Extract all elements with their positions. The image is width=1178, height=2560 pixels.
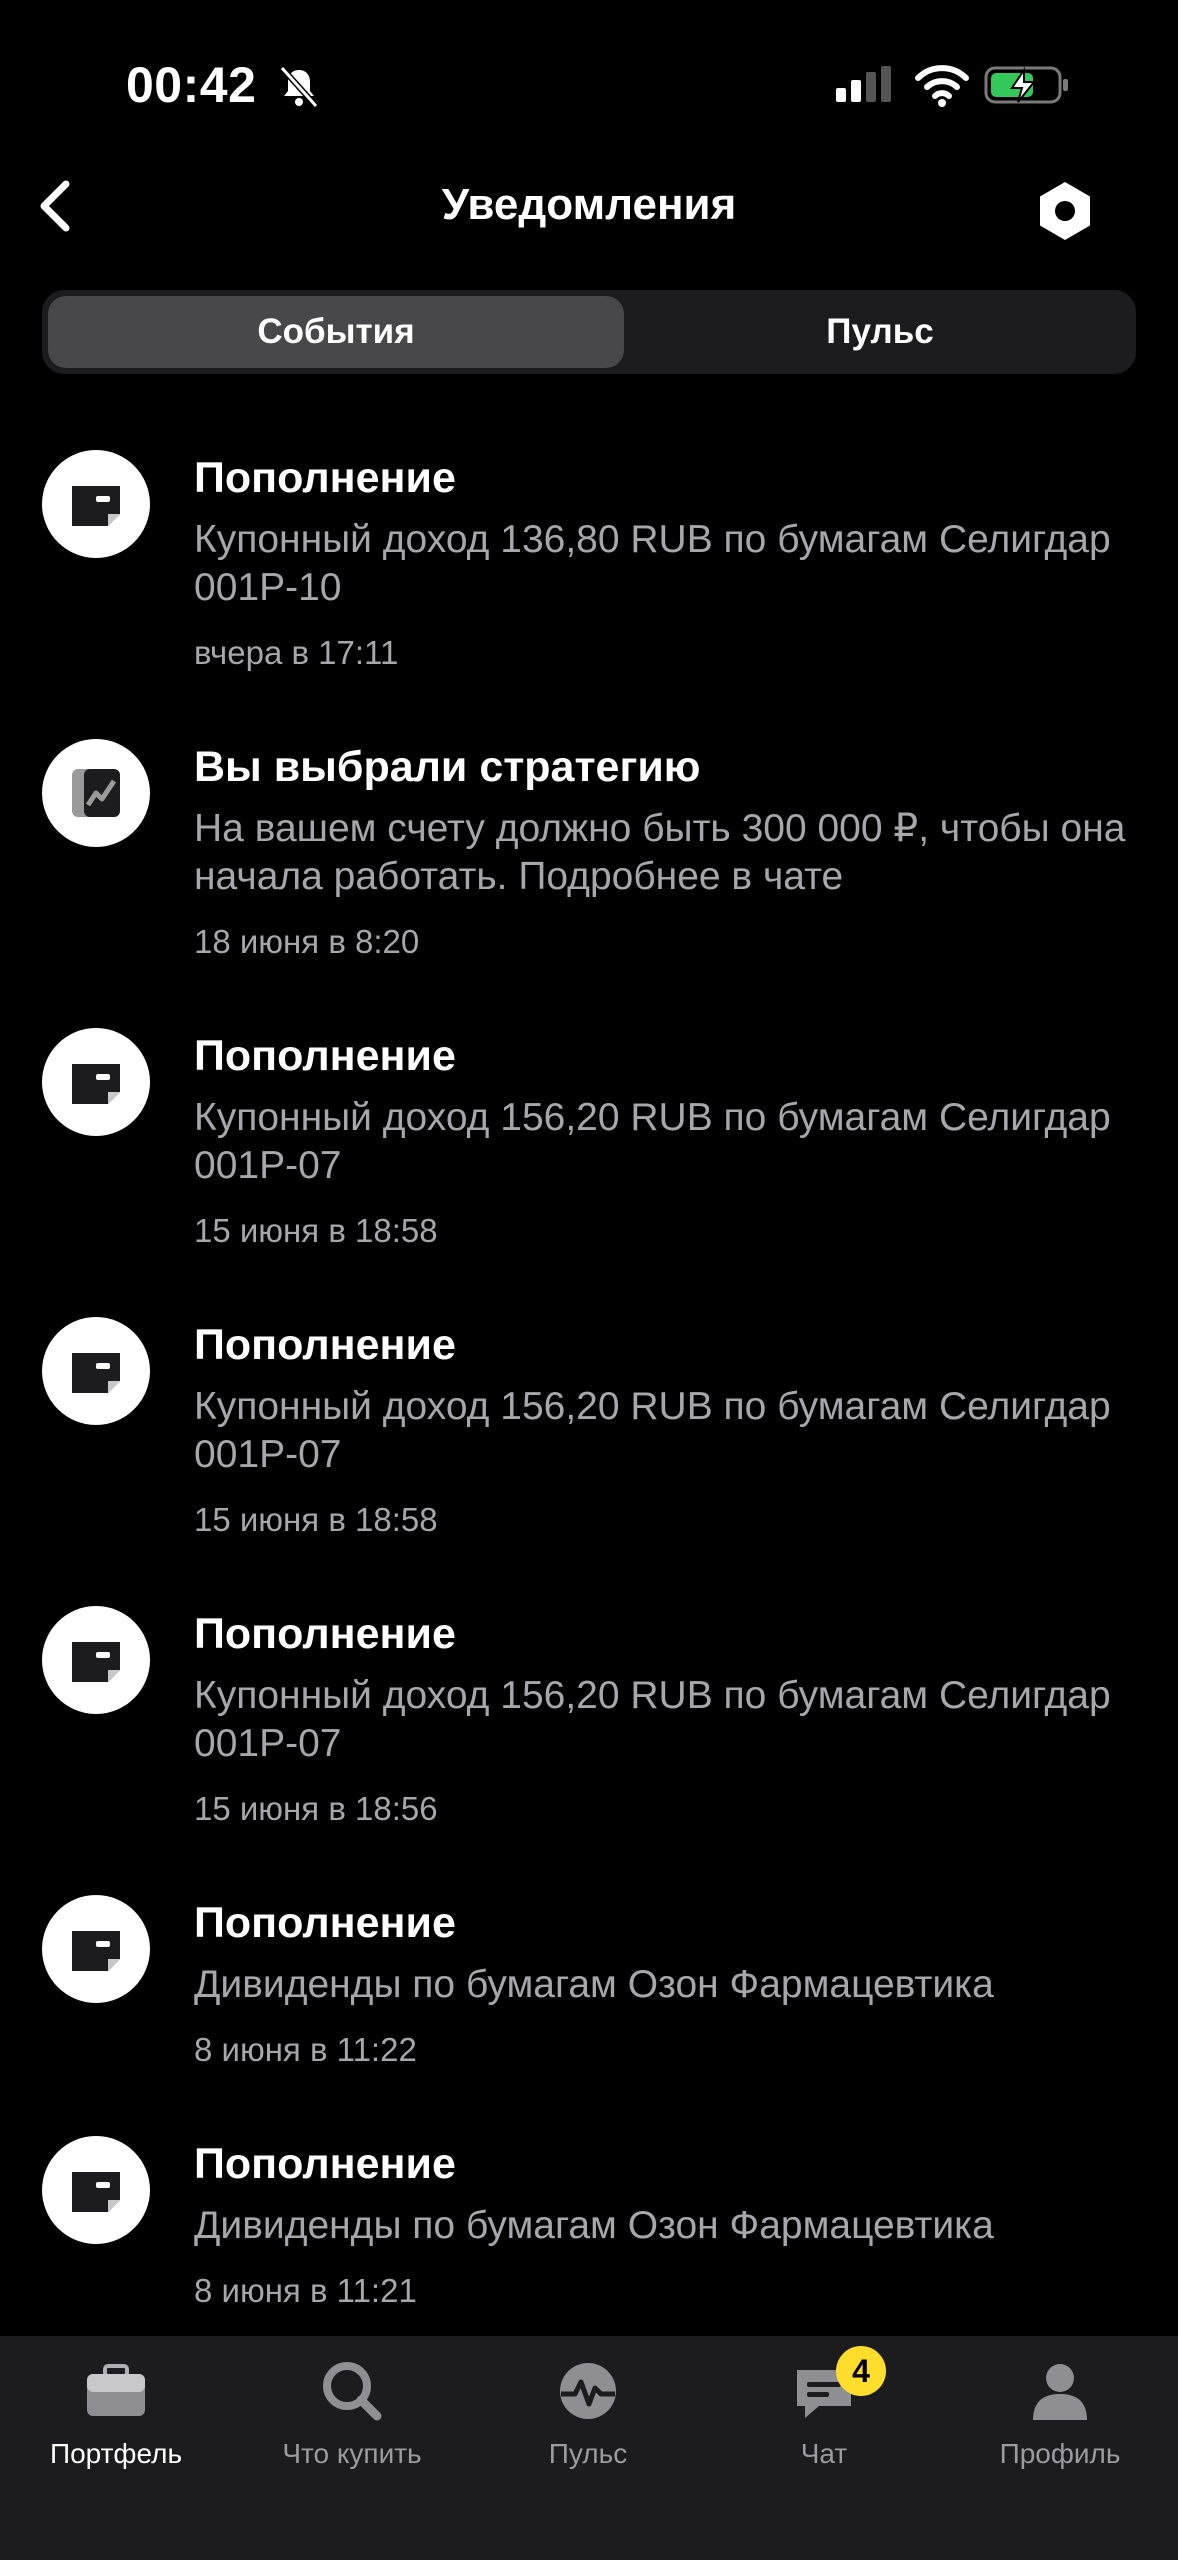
tab-what-to-buy[interactable]: Что купить	[242, 2356, 462, 2470]
notification-time: 8 июня в 11:22	[194, 2031, 417, 2068]
notification-body: Купонный доход 156,20 RUB по бумагам Сел…	[194, 1385, 1111, 1476]
tab-portfolio[interactable]: Портфель	[6, 2356, 226, 2470]
notification-body: На вашем счету должно быть 300 000 ₽, чт…	[194, 807, 1126, 898]
notification-title: Пополнение	[194, 2140, 456, 2188]
notification-body: Купонный доход 136,80 RUB по бумагам Сел…	[194, 518, 1111, 609]
notification-avatar	[42, 450, 150, 558]
segmented-control: События Пульс	[42, 290, 1136, 374]
notification-body: Купонный доход 156,20 RUB по бумагам Сел…	[194, 1096, 1111, 1187]
tab-profile[interactable]: Профиль	[950, 2356, 1170, 2470]
wallet-icon	[72, 1931, 120, 1971]
battery-charging-icon	[984, 66, 1068, 104]
tab-pulse[interactable]: Пульс	[630, 296, 1130, 368]
notification-avatar	[42, 1895, 150, 2003]
notification-avatar	[42, 1606, 150, 1714]
strategy-icon	[72, 769, 120, 817]
profile-icon	[1033, 2364, 1087, 2420]
pulse-icon	[560, 2363, 616, 2419]
notification-body: Дивиденды по бумагам Озон Фармацевтика	[194, 1963, 994, 2006]
notification-title: Пополнение	[194, 1899, 456, 1947]
wifi-icon	[915, 65, 969, 107]
notification-title: Вы выбрали стратегию	[194, 743, 701, 791]
tab-pulse-nav[interactable]: Пульс	[478, 2356, 698, 2470]
notification-avatar	[42, 2136, 150, 2244]
notification-body: Купонный доход 156,20 RUB по бумагам Сел…	[194, 1674, 1111, 1765]
wallet-icon	[72, 486, 120, 526]
notification-title: Пополнение	[194, 1610, 456, 1658]
status-bar: 00:42	[0, 0, 1178, 150]
notification-avatar	[42, 1317, 150, 1425]
wallet-icon	[72, 2172, 120, 2212]
page-title: Уведомления	[441, 180, 737, 229]
tab-label: Чат	[800, 2438, 848, 2469]
briefcase-icon	[87, 2364, 145, 2416]
notification-title: Пополнение	[194, 1321, 456, 1369]
tab-label: Профиль	[999, 2438, 1121, 2469]
notification-time: 15 июня в 18:58	[194, 1501, 438, 1538]
notification-time: 18 июня в 8:20	[194, 923, 420, 960]
wallet-icon	[72, 1064, 120, 1104]
notification-time: 8 июня в 11:21	[194, 2272, 417, 2309]
tab-chat[interactable]: 4 Чат	[714, 2346, 934, 2470]
wallet-icon	[72, 1642, 120, 1682]
settings-hexagon-icon[interactable]	[1032, 178, 1098, 244]
notification-body: Дивиденды по бумагам Озон Фармацевтика	[194, 2204, 994, 2247]
bell-muted-icon	[279, 65, 319, 109]
notification-time: 15 июня в 18:58	[194, 1212, 438, 1249]
notification-title: Пополнение	[194, 454, 456, 502]
status-time: 00:42	[126, 57, 257, 113]
tab-label: Что купить	[282, 2438, 422, 2469]
notification-avatar	[42, 1028, 150, 1136]
search-icon	[323, 2362, 382, 2421]
chat-unread-badge: 4	[836, 2346, 886, 2396]
bottom-tab-bar: Портфель Что купить Пульс 4 Чат Профиль	[0, 2336, 1178, 2560]
notification-time: 15 июня в 18:56	[194, 1790, 438, 1827]
cellular-signal-icon	[836, 66, 891, 102]
tab-label: Пульс	[548, 2438, 628, 2469]
notification-title: Пополнение	[194, 1032, 456, 1080]
tab-events[interactable]: События	[48, 296, 624, 368]
notification-avatar	[42, 739, 150, 847]
notification-time: вчера в 17:11	[194, 634, 399, 671]
tab-label: Портфель	[49, 2438, 183, 2469]
wallet-icon	[72, 1353, 120, 1393]
